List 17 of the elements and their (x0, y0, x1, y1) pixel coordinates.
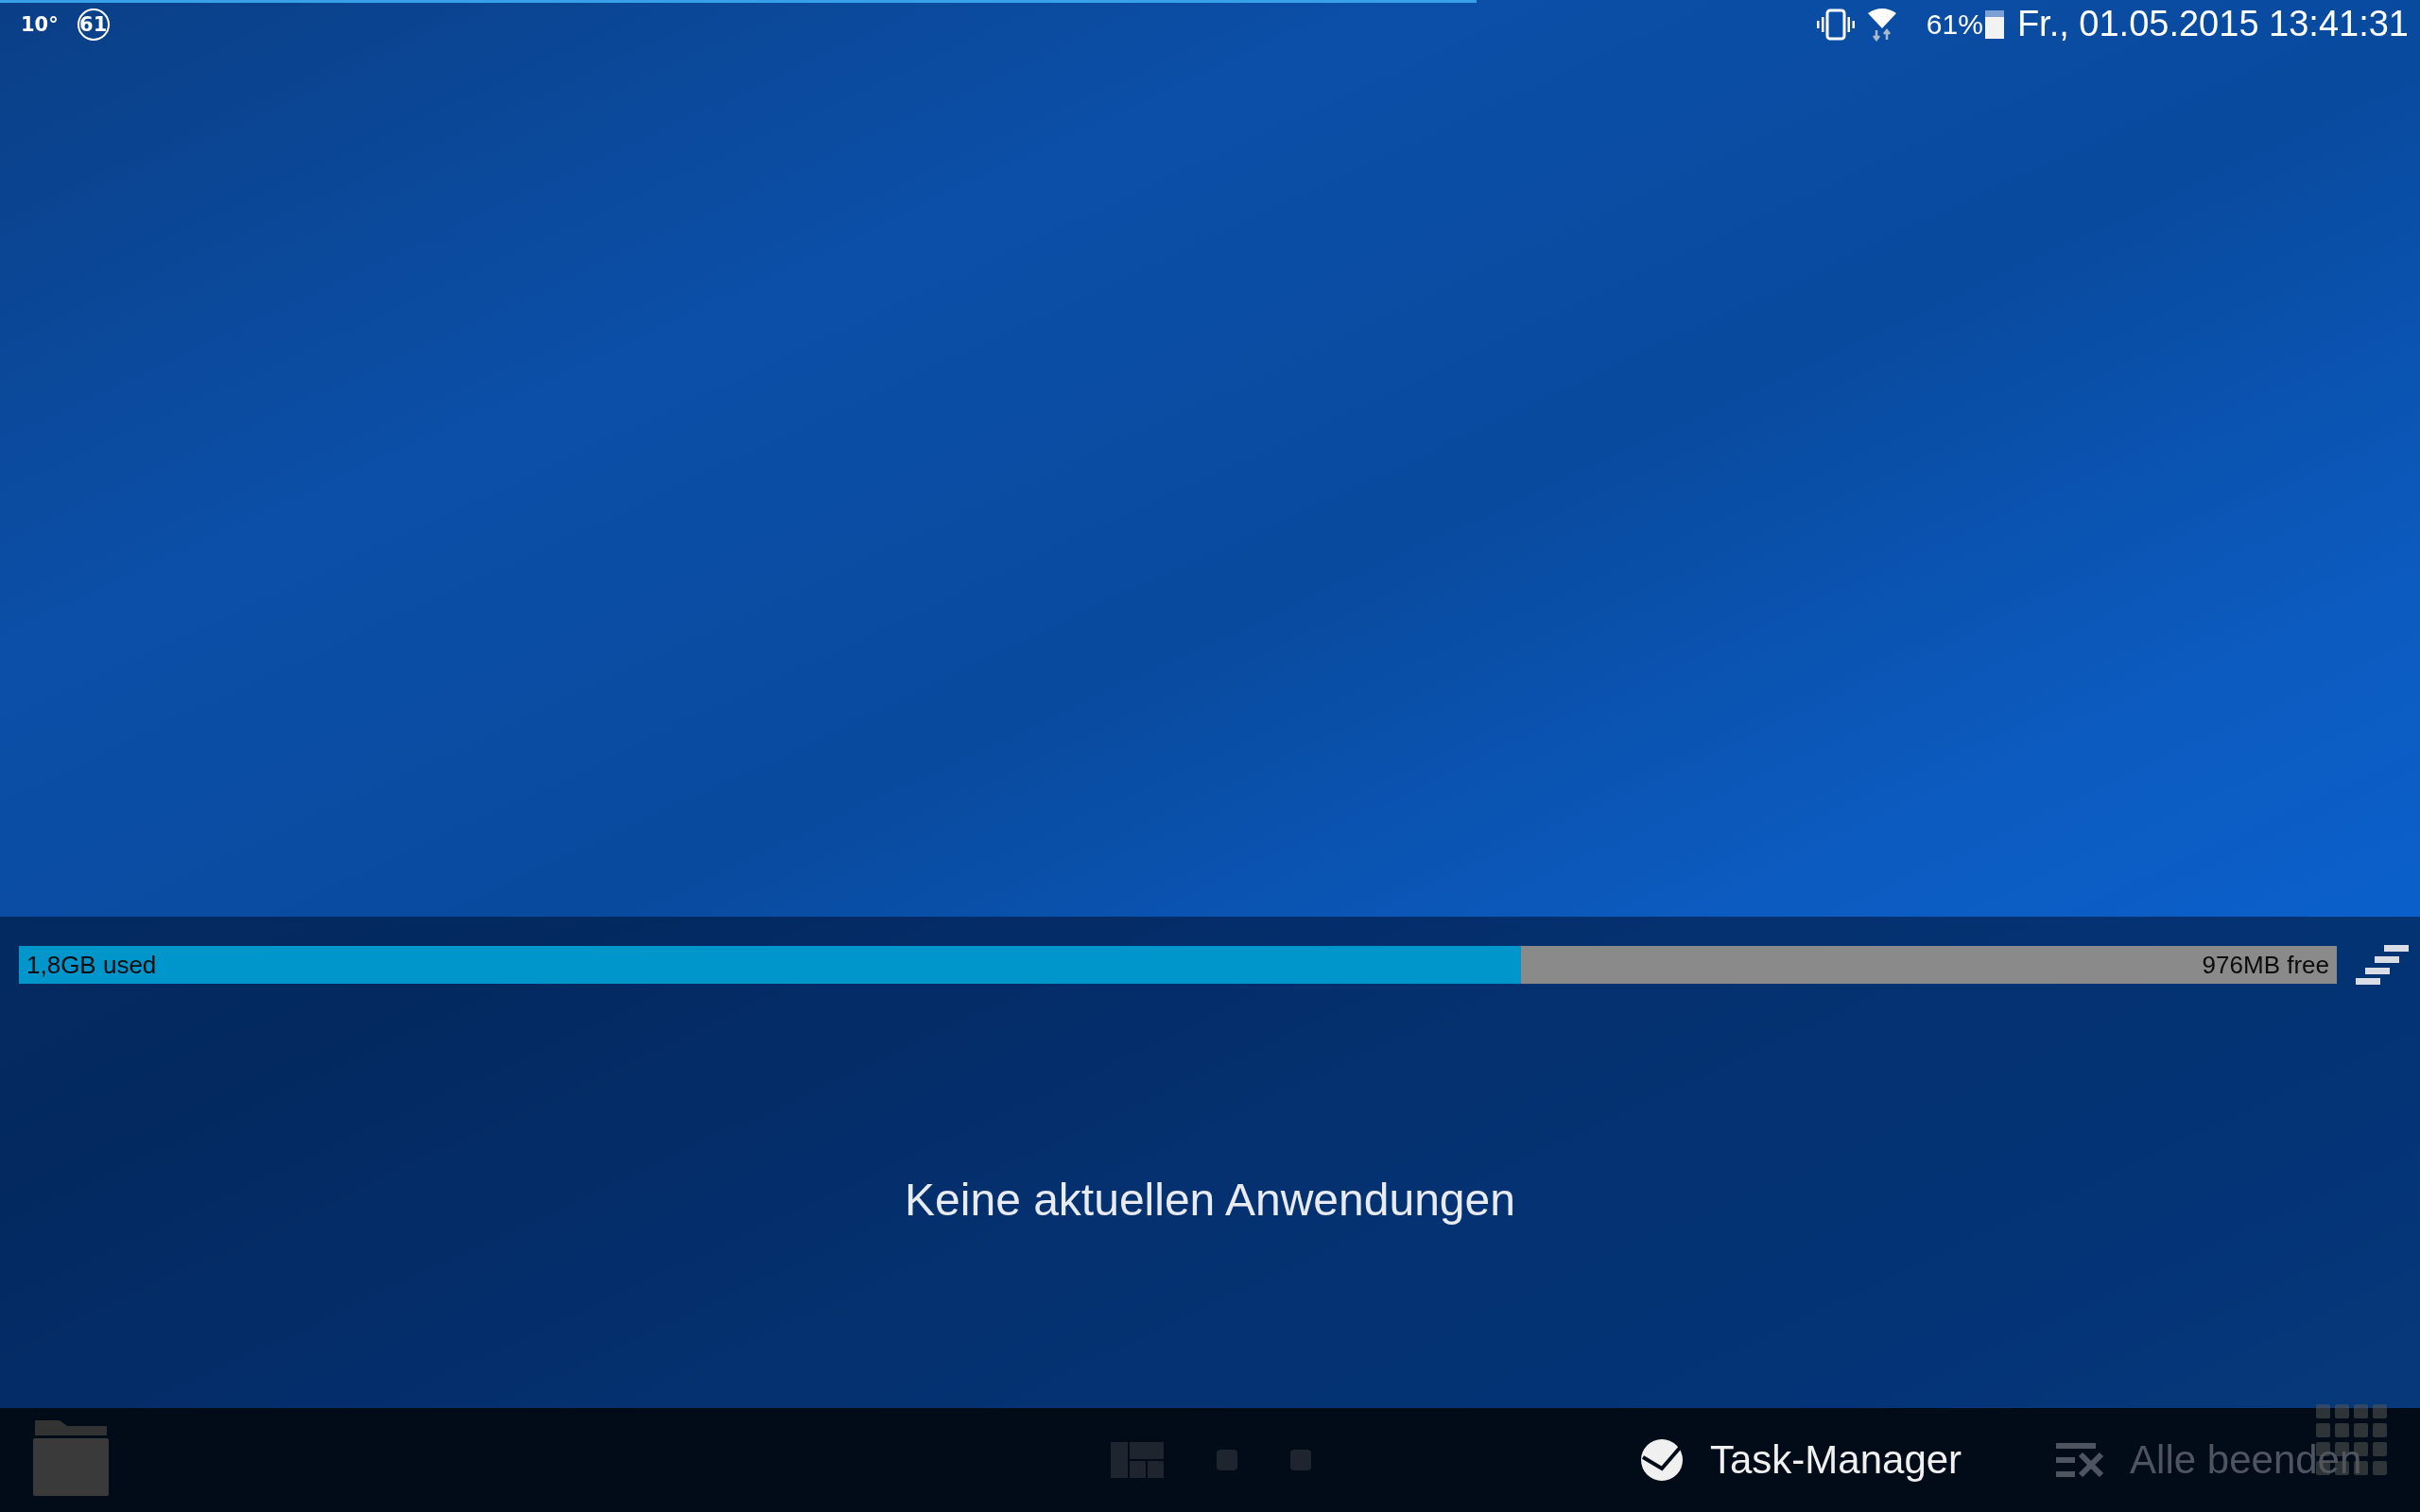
battery-percent: 61% (1926, 8, 1983, 41)
square-button[interactable] (1217, 1450, 1237, 1470)
temperature-text: 10° (21, 12, 59, 36)
date-time: Fr., 01.05.2015 13:41:31 (2016, 4, 2409, 44)
clear-list-icon (2056, 1443, 2104, 1477)
square-button[interactable] (1290, 1450, 1311, 1470)
folder-icon[interactable] (33, 1420, 109, 1496)
vibrate-icon (1816, 8, 1855, 41)
memory-clean-icon[interactable] (2356, 945, 2409, 985)
battery-icon (1984, 9, 2004, 39)
wifi-icon (1867, 7, 1896, 42)
memory-used-label: 1,8GB used (26, 950, 158, 980)
empty-message: Keine aktuellen Anwendungen (904, 1174, 1516, 1226)
task-manager-button[interactable]: Task-Manager (1640, 1437, 1962, 1483)
memory-free-label: 976MB free (2201, 950, 2330, 980)
windows-layout-icon[interactable] (1111, 1442, 1164, 1478)
notification-count: 61 (77, 8, 110, 41)
